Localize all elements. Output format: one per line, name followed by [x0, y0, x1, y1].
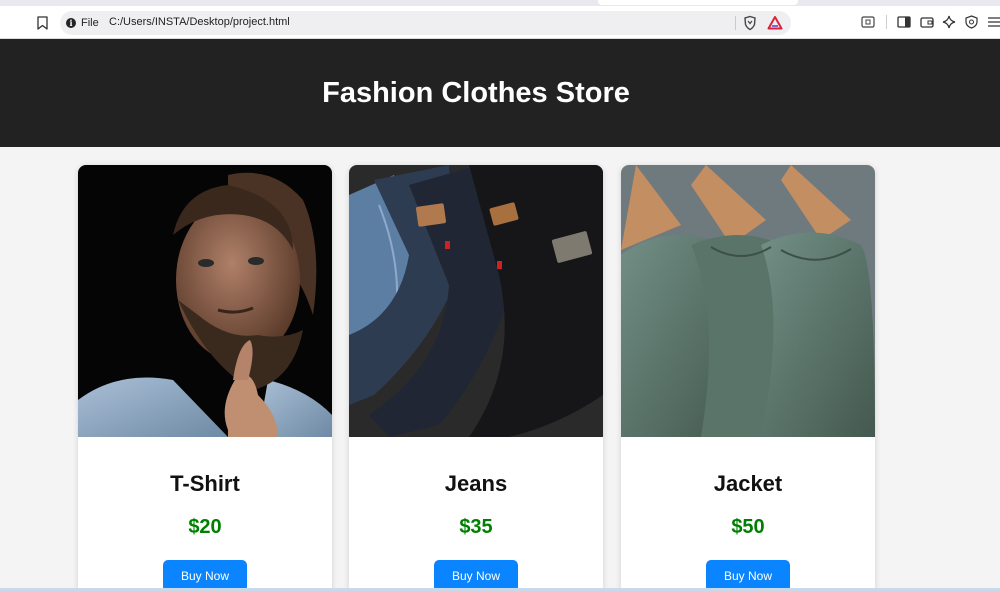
product-card-jacket: Jacket $50 Buy Now [621, 165, 875, 591]
vpn-icon[interactable] [963, 14, 979, 30]
buy-now-button[interactable]: Buy Now [163, 560, 247, 591]
tab-strip [0, 0, 1000, 6]
active-tab-edge[interactable] [598, 0, 798, 5]
store-header: Fashion Clothes Store [0, 39, 1000, 147]
browser-toolbar: i File C:/Users/INSTA/Desktop/project.ht… [0, 0, 1000, 39]
address-bar[interactable]: i File C:/Users/INSTA/Desktop/project.ht… [60, 11, 791, 35]
bookmark-icon[interactable] [34, 14, 50, 32]
site-info-label: File [81, 17, 99, 29]
page-title: Fashion Clothes Store [322, 77, 630, 109]
product-image-tshirt [78, 165, 332, 437]
toolbar-separator [886, 15, 887, 29]
url-divider [735, 16, 736, 30]
product-price: $50 [731, 516, 765, 538]
wallet-icon[interactable] [919, 14, 935, 30]
screenshot-icon[interactable] [860, 14, 876, 30]
product-name: Jeans [444, 471, 508, 496]
menu-icon[interactable] [986, 14, 1000, 30]
product-card-jeans: Jeans $35 Buy Now [349, 165, 603, 591]
product-price: $35 [459, 516, 493, 538]
product-card-tshirt: T-Shirt $20 Buy Now [78, 165, 332, 591]
buy-now-button[interactable]: Buy Now [434, 560, 518, 591]
info-icon: i [66, 18, 76, 28]
product-image-jacket [621, 165, 875, 437]
buy-now-button[interactable]: Buy Now [706, 560, 790, 591]
leo-ai-icon[interactable] [941, 14, 957, 30]
product-price: $20 [188, 516, 222, 538]
product-image-jeans [349, 165, 603, 437]
brave-shield-icon[interactable] [742, 15, 758, 31]
url-text[interactable]: C:/Users/INSTA/Desktop/project.html [109, 16, 290, 28]
product-name: Jacket [713, 471, 783, 496]
sidebar-icon[interactable] [896, 14, 912, 30]
brave-rewards-icon[interactable] [767, 15, 783, 31]
product-name: T-Shirt [170, 471, 240, 496]
site-info-button[interactable]: i File [66, 15, 99, 31]
